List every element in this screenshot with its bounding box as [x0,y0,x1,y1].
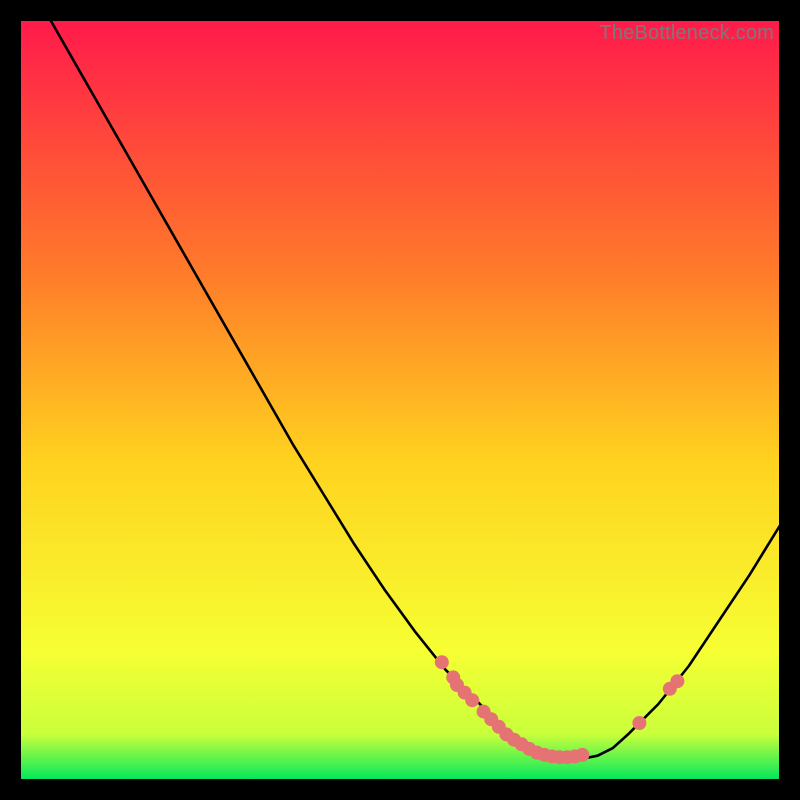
curve-marker [670,674,684,688]
curve-marker [632,716,646,730]
gradient-background [20,20,780,780]
curve-marker [465,693,479,707]
curve-marker [435,655,449,669]
curve-marker [575,748,589,762]
bottleneck-chart [20,20,780,780]
watermark-text: TheBottleneck.com [599,22,774,45]
chart-frame: TheBottleneck.com [20,20,780,780]
